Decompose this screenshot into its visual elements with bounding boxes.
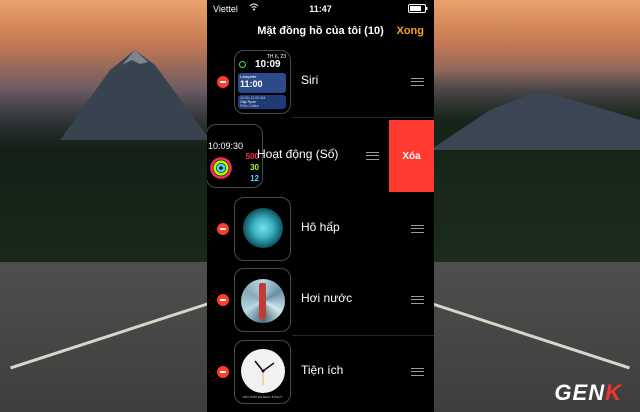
genk-logo: GENK [554,380,622,406]
remove-icon[interactable] [217,294,229,306]
clock-hands-icon [254,360,275,385]
face-row-breathe[interactable]: Hô hấp [207,193,434,265]
logo-accent: K [605,380,622,405]
reorder-handle-icon[interactable] [411,225,424,233]
preview-event-line: Philz Coffee [240,104,259,108]
watch-face-preview-vapor [234,268,291,332]
reorder-handle-icon[interactable] [411,296,424,304]
battery-icon [408,4,428,15]
face-label: Siri [301,73,319,87]
mountain-left [60,50,210,140]
preview-card: Lafayette 11:00 [238,73,286,93]
preview-footer: MẶT TRỜI ĐÃ MỌC: 8 PHÚT [242,395,283,399]
face-row-activity[interactable]: 10:09:30 500 30 12 Hoạt động (Số) Xóa [207,120,434,192]
watch-face-preview-activity: 10:09:30 500 30 12 [207,124,263,188]
face-row-vapor[interactable]: Hơi nước [207,264,434,336]
preview-card-time: 11:00 [240,79,263,89]
reorder-handle-icon[interactable] [366,152,379,160]
watch-face-preview-utility: MẶT TRỜI ĐÃ MỌC: 8 PHÚT [234,340,291,404]
navigation-bar: Mặt đồng hồ của tôi (10) Xong [207,20,434,44]
exercise-value: 30 [250,163,259,172]
watch-face-preview-breathe [234,197,291,261]
face-row-utility[interactable]: MẶT TRỜI ĐÃ MỌC: 8 PHÚT Tiện ích [207,336,434,408]
remove-icon[interactable] [217,366,229,378]
vapor-stripe [259,283,266,319]
remove-icon[interactable] [217,76,229,88]
timer-icon [239,61,246,68]
logo-text: GEN [554,380,606,405]
watch-face-preview-siri: TH 6, 23 10:09 Lafayette 11:00 10:30–11:… [234,50,291,114]
status-bar: Viettel 11:47 [207,0,434,18]
status-time: 11:47 [309,4,332,14]
preview-event-card: 10:30–11:00 AM Gặp Ryan Philz Coffee [238,95,286,109]
done-button[interactable]: Xong [397,25,425,37]
face-label: Hoạt động (Số) [257,147,339,161]
mountain-right [430,90,640,150]
phone-screen: Viettel 11:47 Mặt đồng hồ của tôi (10) X… [207,0,434,412]
reorder-handle-icon[interactable] [411,368,424,376]
row-divider [292,117,434,118]
preview-time: 10:09:30 [208,141,244,151]
face-row-siri[interactable]: TH 6, 23 10:09 Lafayette 11:00 10:30–11:… [207,46,434,118]
face-label: Hơi nước [301,291,353,305]
face-label: Hô hấp [301,220,340,234]
reorder-handle-icon[interactable] [411,78,424,86]
preview-time: 10:09 [255,59,281,70]
face-label: Tiện ích [301,363,344,377]
delete-button[interactable]: Xóa [389,120,434,192]
activity-rings-icon [210,157,232,179]
remove-icon[interactable] [217,223,229,235]
breathe-flower-graphic [243,208,283,248]
stand-value: 12 [250,174,259,183]
